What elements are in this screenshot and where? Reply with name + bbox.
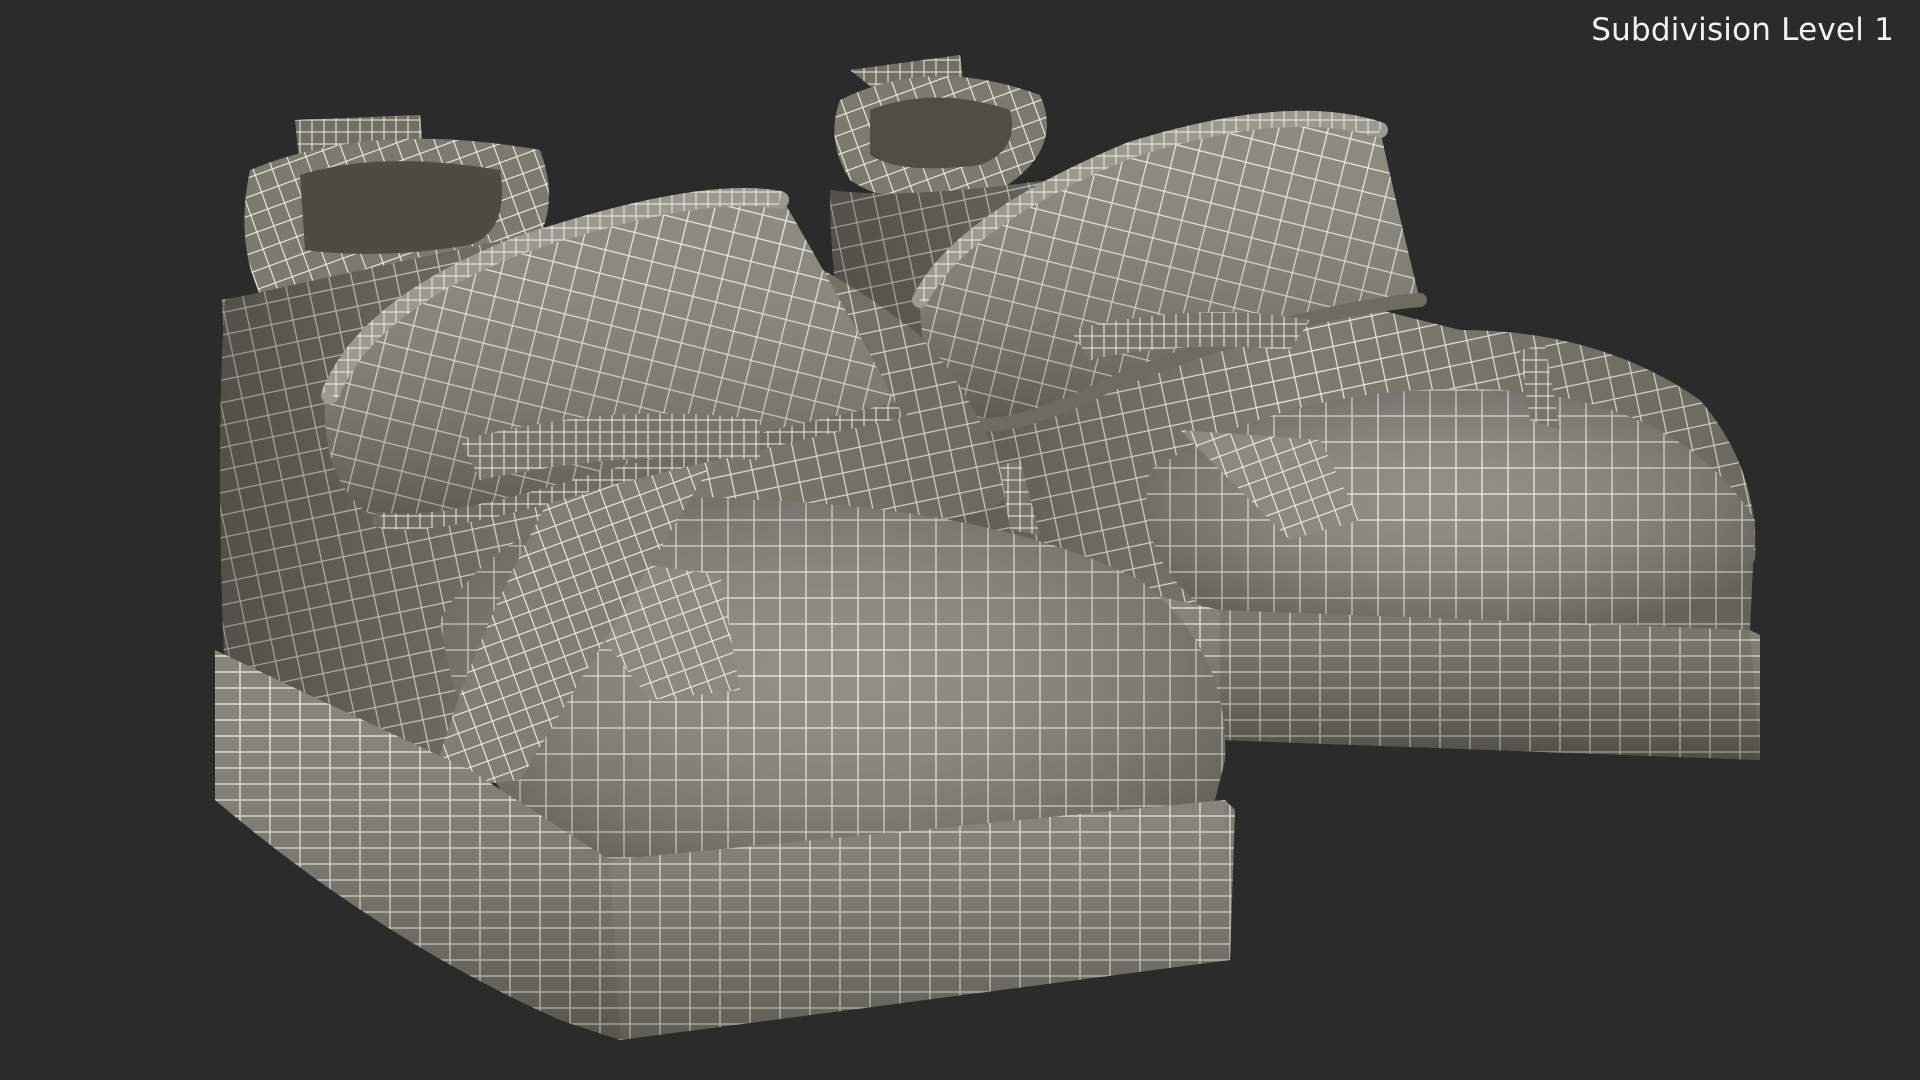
3d-viewport[interactable]: Subdivision Level 1: [0, 0, 1920, 1080]
subdivision-level-label: Subdivision Level 1: [1591, 12, 1894, 48]
wireframe-render: [215, 55, 1760, 1040]
